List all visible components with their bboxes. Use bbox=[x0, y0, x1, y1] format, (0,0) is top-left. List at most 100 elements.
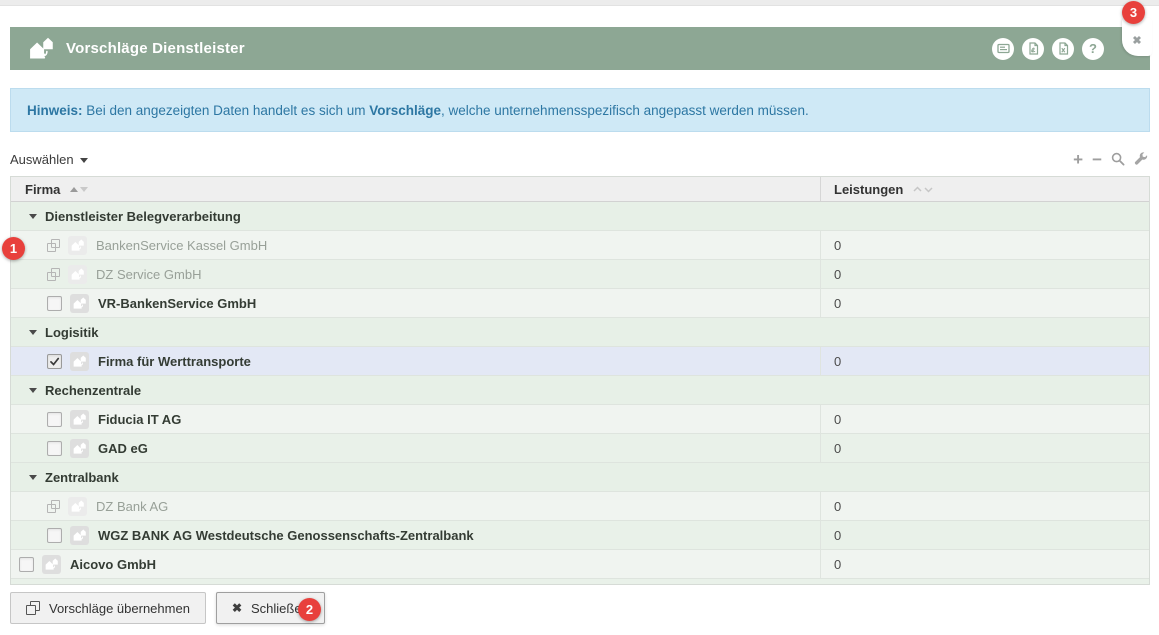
hint-label: Hinweis: bbox=[27, 103, 83, 118]
dialog-title: Vorschläge Dienstleister bbox=[66, 40, 245, 57]
row-checkbox[interactable] bbox=[47, 354, 62, 369]
clipped-row-sliver bbox=[11, 579, 1149, 584]
firma-cell: Firma für Werttransporte bbox=[11, 347, 821, 375]
leistungen-cell: 0 bbox=[821, 260, 1149, 288]
company-name: GAD eG bbox=[98, 441, 148, 456]
firma-cell: DZ Bank AG bbox=[11, 492, 821, 520]
leistungen-value: 0 bbox=[834, 296, 841, 311]
row-checkbox[interactable] bbox=[47, 441, 62, 456]
company-row[interactable]: DZ Service GmbH 0 bbox=[11, 260, 1149, 289]
help-button[interactable]: ? bbox=[1082, 38, 1104, 60]
caret-down-icon bbox=[29, 388, 37, 393]
sort-asc-icon bbox=[70, 187, 78, 192]
search-icon bbox=[1111, 152, 1125, 166]
dialog-close-tab[interactable]: ✖ bbox=[1122, 18, 1152, 56]
plus-icon: + bbox=[1073, 150, 1083, 169]
details-view-button[interactable] bbox=[992, 38, 1014, 60]
group-label: Dienstleister Belegverarbeitung bbox=[45, 209, 241, 224]
dialog-header: Vorschläge Dienstleister bbox=[10, 27, 1150, 70]
hint-bold-vorschlaege: Vorschläge bbox=[369, 103, 441, 118]
locked-entry-icon bbox=[47, 500, 60, 513]
leistungen-value: 0 bbox=[834, 441, 841, 456]
search-button[interactable] bbox=[1111, 152, 1125, 166]
leistungen-value: 0 bbox=[834, 354, 841, 369]
group-row[interactable]: Logisitik bbox=[11, 318, 1149, 347]
company-row[interactable]: Aicovo GmbH 0 bbox=[11, 550, 1149, 579]
row-checkbox[interactable] bbox=[47, 412, 62, 427]
company-house-icon bbox=[70, 410, 89, 429]
firma-cell: DZ Service GmbH bbox=[11, 260, 821, 288]
leistungen-value: 0 bbox=[834, 528, 841, 543]
hint-notice: Hinweis: Bei den angezeigten Daten hande… bbox=[10, 88, 1150, 132]
vorschlaege-uebernehmen-button[interactable]: Vorschläge übernehmen bbox=[10, 592, 206, 624]
export-pdf-button[interactable] bbox=[1022, 38, 1044, 60]
company-name: Fiducia IT AG bbox=[98, 412, 181, 427]
close-x-icon: ✖ bbox=[232, 601, 242, 615]
locked-entry-icon bbox=[47, 268, 60, 281]
company-row[interactable]: WGZ BANK AG Westdeutsche Genossenschafts… bbox=[11, 521, 1149, 550]
group-row[interactable]: Zentralbank bbox=[11, 463, 1149, 492]
firma-header-label: Firma bbox=[25, 182, 60, 197]
auswaehlen-dropdown[interactable]: Auswählen bbox=[10, 152, 88, 167]
chevron-down-icon bbox=[80, 158, 88, 163]
company-house-icon bbox=[68, 497, 87, 516]
leistungen-cell: 0 bbox=[821, 289, 1149, 317]
leistungen-cell: 0 bbox=[821, 347, 1149, 375]
column-header-firma[interactable]: Firma bbox=[11, 177, 821, 201]
settings-button[interactable] bbox=[1134, 152, 1148, 166]
caret-down-icon bbox=[29, 214, 37, 219]
group-label: Rechenzentrale bbox=[45, 383, 141, 398]
company-house-icon bbox=[70, 526, 89, 545]
export-excel-button[interactable] bbox=[1052, 38, 1074, 60]
company-row[interactable]: GAD eG 0 bbox=[11, 434, 1149, 463]
leistungen-cell: 0 bbox=[821, 231, 1149, 259]
firma-cell: WGZ BANK AG Westdeutsche Genossenschafts… bbox=[11, 521, 821, 549]
company-house-icon bbox=[42, 555, 61, 574]
table-toolbar: Auswählen + − bbox=[10, 146, 1150, 172]
service-provider-houses-icon bbox=[26, 35, 56, 63]
company-name: WGZ BANK AG Westdeutsche Genossenschafts… bbox=[98, 528, 474, 543]
page-top-strip bbox=[0, 0, 1159, 6]
group-row[interactable]: Dienstleister Belegverarbeitung bbox=[11, 202, 1149, 231]
leistungen-cell: 0 bbox=[821, 521, 1149, 549]
row-checkbox[interactable] bbox=[19, 557, 34, 572]
firma-sort-icons bbox=[70, 187, 88, 192]
company-house-icon bbox=[70, 294, 89, 313]
table-body: Dienstleister Belegverarbeitung BankenSe… bbox=[11, 202, 1149, 579]
copy-icon bbox=[26, 601, 40, 615]
column-header-leistungen[interactable]: Leistungen bbox=[821, 177, 1149, 201]
firma-cell: Fiducia IT AG bbox=[11, 405, 821, 433]
close-icon: ✖ bbox=[1132, 34, 1141, 47]
group-label: Logisitik bbox=[45, 325, 98, 340]
firma-cell: Aicovo GmbH bbox=[11, 550, 821, 578]
group-row[interactable]: Rechenzentrale bbox=[11, 376, 1149, 405]
company-name: DZ Bank AG bbox=[96, 499, 168, 514]
group-label: Zentralbank bbox=[45, 470, 119, 485]
company-row[interactable]: DZ Bank AG 0 bbox=[11, 492, 1149, 521]
company-row[interactable]: Firma für Werttransporte 0 bbox=[11, 347, 1149, 376]
pdf-file-icon bbox=[1027, 42, 1040, 55]
excel-file-icon bbox=[1057, 42, 1070, 55]
hint-text-1: Bei den angezeigten Daten handelt es sic… bbox=[83, 103, 370, 118]
annotation-badge-3: 3 bbox=[1122, 1, 1145, 24]
leistungen-cell: 0 bbox=[821, 405, 1149, 433]
row-checkbox[interactable] bbox=[47, 528, 62, 543]
company-row[interactable]: BankenService Kassel GmbH 0 bbox=[11, 231, 1149, 260]
row-checkbox[interactable] bbox=[47, 296, 62, 311]
company-house-icon bbox=[68, 236, 87, 255]
company-house-icon bbox=[68, 265, 87, 284]
leistungen-value: 0 bbox=[834, 238, 841, 253]
question-mark-icon: ? bbox=[1089, 42, 1097, 55]
leistungen-sort-icons bbox=[913, 186, 933, 193]
sort-desc-icon bbox=[80, 187, 88, 192]
annotation-badge-2: 2 bbox=[298, 598, 321, 621]
company-row[interactable]: Fiducia IT AG 0 bbox=[11, 405, 1149, 434]
company-row[interactable]: VR-BankenService GmbH 0 bbox=[11, 289, 1149, 318]
expand-all-button[interactable]: + bbox=[1073, 151, 1083, 168]
minus-icon: − bbox=[1092, 150, 1102, 169]
company-name: Firma für Werttransporte bbox=[98, 354, 251, 369]
header-action-icons: ? bbox=[992, 27, 1104, 70]
leistungen-cell: 0 bbox=[821, 492, 1149, 520]
collapse-all-button[interactable]: − bbox=[1092, 151, 1102, 168]
leistungen-value: 0 bbox=[834, 499, 841, 514]
